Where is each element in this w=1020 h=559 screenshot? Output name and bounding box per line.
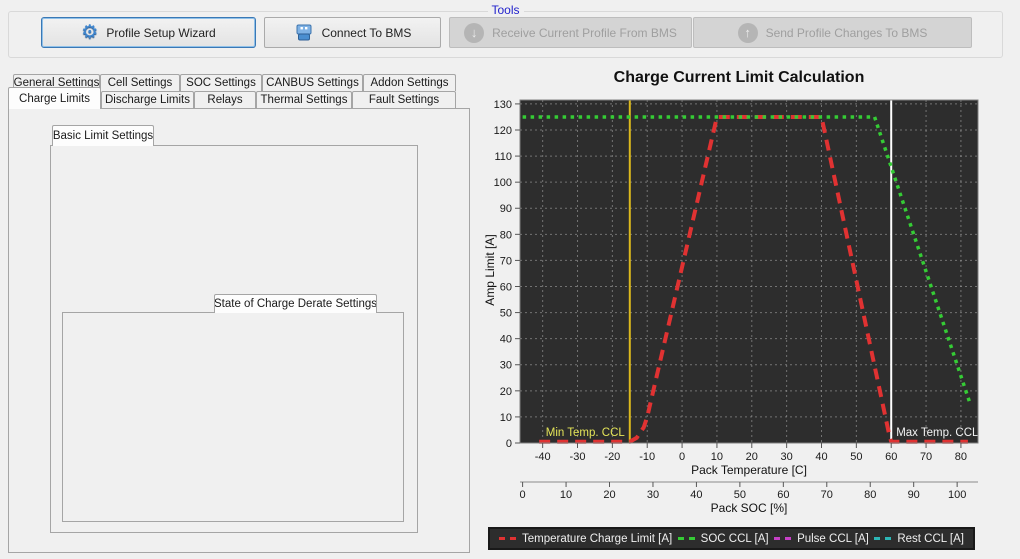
svg-text:0: 0 [520,489,526,501]
bms-utility-window: Tools ⚙ Profile Setup Wizard Connect To … [0,0,1020,559]
svg-text:0: 0 [506,438,512,450]
chart-legend: Temperature Charge Limit [A] SOC CCL [A] P… [488,527,975,550]
receive-profile-label: Receive Current Profile From BMS [492,26,677,40]
legend-label: Temperature Charge Limit [A] [522,533,672,545]
svg-text:-20: -20 [604,451,620,463]
soc-derate-settings-page [62,312,404,522]
svg-text:50: 50 [734,489,746,501]
svg-text:20: 20 [746,451,758,463]
tab-canbus-settings[interactable]: CANBUS Settings [262,74,363,91]
svg-text:80: 80 [955,451,967,463]
svg-text:120: 120 [494,125,512,137]
svg-text:0: 0 [679,451,685,463]
svg-text:90: 90 [500,203,512,215]
tab-relays[interactable]: Relays [194,91,256,108]
svg-text:100: 100 [948,489,966,501]
legend-item: Rest CCL [A] [874,533,964,545]
legend-item: Pulse CCL [A] [774,533,869,545]
upload-arrow-icon: ↑ [738,23,758,43]
svg-text:10: 10 [500,412,512,424]
svg-text:20: 20 [603,489,615,501]
svg-text:110: 110 [494,151,512,163]
svg-text:10: 10 [711,451,723,463]
connect-to-bms-button[interactable]: Connect To BMS [264,17,441,48]
soc-axis-label: Pack SOC [%] [520,501,978,515]
tab-charge-limits[interactable]: Charge Limits [8,87,101,109]
legend-label: Rest CCL [A] [897,533,964,545]
legend-dash-icon [774,537,791,540]
svg-text:60: 60 [885,451,897,463]
tab-cell-settings[interactable]: Cell Settings [100,74,180,91]
svg-text:20: 20 [500,386,512,398]
send-profile-button[interactable]: ↑ Send Profile Changes To BMS [693,17,972,48]
svg-text:50: 50 [850,451,862,463]
tab-soc-settings[interactable]: SOC Settings [180,74,262,91]
svg-text:-10: -10 [639,451,655,463]
profile-setup-wizard-button[interactable]: ⚙ Profile Setup Wizard [41,17,256,48]
legend-dash-icon [678,537,695,540]
svg-text:70: 70 [500,255,512,267]
svg-text:70: 70 [821,489,833,501]
legend-dash-icon [874,537,891,540]
legend-label: SOC CCL [A] [701,533,769,545]
svg-text:40: 40 [815,451,827,463]
tab-fault-settings[interactable]: Fault Settings [352,91,456,108]
svg-text:50: 50 [500,308,512,320]
legend-dash-icon [499,537,516,540]
profile-setup-wizard-label: Profile Setup Wizard [106,26,215,40]
svg-text:90: 90 [908,489,920,501]
tools-toolbar: Tools ⚙ Profile Setup Wizard Connect To … [8,11,1003,58]
svg-text:80: 80 [500,229,512,241]
svg-text:40: 40 [500,334,512,346]
usb-icon [294,24,314,41]
legend-label: Pulse CCL [A] [797,533,869,545]
tab-addon-settings[interactable]: Addon Settings [363,74,456,91]
svg-text:60: 60 [500,281,512,293]
download-arrow-icon: ↓ [464,23,484,43]
tab-soc-derate-settings[interactable]: State of Charge Derate Settings [214,294,377,313]
legend-item: SOC CCL [A] [678,533,769,545]
legend-item: Temperature Charge Limit [A] [499,533,672,545]
svg-text:Min Temp. CCL: Min Temp. CCL [546,427,626,439]
svg-text:Max Temp. CCL: Max Temp. CCL [896,427,979,439]
send-profile-label: Send Profile Changes To BMS [766,26,928,40]
svg-text:40: 40 [690,489,702,501]
connect-to-bms-label: Connect To BMS [322,26,412,40]
gear-icon: ⚙ [81,23,98,42]
svg-text:130: 130 [494,99,512,111]
receive-profile-button[interactable]: ↓ Receive Current Profile From BMS [449,17,692,48]
svg-text:30: 30 [781,451,793,463]
svg-text:-30: -30 [570,451,586,463]
tools-caption: Tools [487,3,523,17]
svg-text:60: 60 [777,489,789,501]
svg-text:10: 10 [560,489,572,501]
tab-thermal-settings[interactable]: Thermal Settings [256,91,352,108]
svg-text:30: 30 [500,360,512,372]
tab-discharge-limits[interactable]: Discharge Limits [101,91,194,108]
svg-text:70: 70 [920,451,932,463]
svg-text:-40: -40 [535,451,551,463]
svg-text:30: 30 [647,489,659,501]
tab-basic-limit-settings[interactable]: Basic Limit Settings [52,125,154,146]
temp-axis-label: Pack Temperature [C] [520,463,978,477]
svg-text:100: 100 [494,177,512,189]
charge-current-limit-chart: Min Temp. CCL Max Temp. CCL 0 10 20 30 40 50 60 7… [478,64,1020,524]
svg-text:80: 80 [864,489,876,501]
